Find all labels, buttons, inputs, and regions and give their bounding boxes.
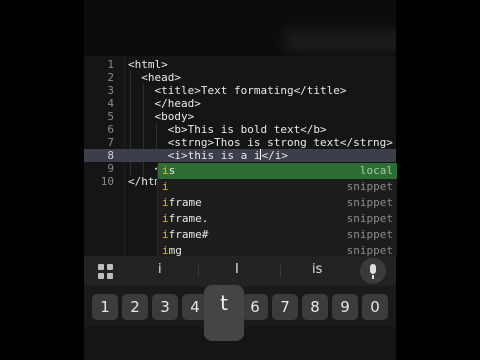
autocomplete-kind: snippet <box>346 244 393 256</box>
suggestion-strip: i I is <box>84 256 396 286</box>
line-number: 10 <box>100 175 114 188</box>
code-text-before-cursor: <i>this is a i <box>128 149 261 162</box>
letterbox-left <box>0 0 84 360</box>
apps-grid-icon[interactable] <box>98 264 114 280</box>
line-number: 6 <box>107 123 114 136</box>
suggestion-item[interactable]: is <box>312 262 322 277</box>
autocomplete-label: iframe. <box>162 211 208 227</box>
line-number: 1 <box>107 58 114 71</box>
key-3[interactable]: 3 <box>152 294 178 320</box>
autocomplete-item[interactable]: iframe# snippet <box>158 227 397 243</box>
app-toolbar <box>84 0 396 56</box>
microphone-icon[interactable] <box>360 258 386 284</box>
code-line-current[interactable]: 8 <i>this is a i</i> <box>84 149 396 162</box>
autocomplete-label: iframe# <box>162 227 208 243</box>
code-line[interactable]: 2 <head> <box>84 71 396 84</box>
autocomplete-item[interactable]: is local <box>158 163 397 179</box>
autocomplete-kind: snippet <box>346 180 393 193</box>
autocomplete-match: i <box>162 244 169 256</box>
autocomplete-label: img <box>162 243 182 256</box>
autocomplete-popup: is local i snippet iframe snippet iframe… <box>157 163 397 256</box>
code-line[interactable]: 1 <html> <box>84 58 396 71</box>
code-text[interactable]: <i>this is a i</i> <box>128 149 288 162</box>
key-9[interactable]: 9 <box>332 294 358 320</box>
suggestion-item[interactable]: i <box>158 262 162 277</box>
code-text[interactable]: <body> <box>128 110 194 123</box>
code-line[interactable]: 6 <b>This is bold text</b> <box>84 123 396 136</box>
code-line[interactable]: 7 <strng>Thos is strong text</strng> <box>84 136 396 149</box>
code-text[interactable]: <strng>Thos is strong text</strng> <box>128 136 393 149</box>
key-6[interactable]: 6 <box>242 294 268 320</box>
autocomplete-item[interactable]: iframe snippet <box>158 195 397 211</box>
line-number: 9 <box>107 162 114 175</box>
code-text[interactable]: </head> <box>128 97 200 110</box>
line-number: 2 <box>107 71 114 84</box>
autocomplete-rest: frame# <box>168 228 209 241</box>
autocomplete-item[interactable]: i snippet <box>158 179 397 195</box>
code-text[interactable]: <b>This is bold text</b> <box>128 123 327 136</box>
key-0[interactable]: 0 <box>362 294 388 320</box>
code-text[interactable]: <head> <box>128 71 181 84</box>
code-text-after-cursor: </i> <box>261 149 288 162</box>
autocomplete-item[interactable]: img snippet <box>158 243 397 256</box>
toolbar-blurred-actions <box>284 30 396 52</box>
key-8[interactable]: 8 <box>302 294 328 320</box>
letterbox-right <box>396 0 480 360</box>
autocomplete-match: i <box>162 164 169 177</box>
autocomplete-rest: frame. <box>168 212 209 225</box>
key-1[interactable]: 1 <box>92 294 118 320</box>
autocomplete-kind: snippet <box>346 228 393 241</box>
code-line[interactable]: 5 <body> <box>84 110 396 123</box>
suggestion-item[interactable]: I <box>235 262 239 277</box>
autocomplete-kind: local <box>359 164 393 177</box>
autocomplete-kind: snippet <box>346 196 393 209</box>
line-number: 3 <box>107 84 114 97</box>
autocomplete-match: i <box>162 180 169 193</box>
code-line[interactable]: 4 </head> <box>84 97 396 110</box>
autocomplete-match: i <box>162 228 169 241</box>
autocomplete-label: iframe <box>162 195 202 211</box>
autocomplete-match: i <box>162 196 169 209</box>
line-number: 5 <box>107 110 114 123</box>
key-7[interactable]: 7 <box>272 294 298 320</box>
autocomplete-item[interactable]: iframe. snippet <box>158 211 397 227</box>
line-number: 7 <box>107 136 114 149</box>
autocomplete-rest: frame <box>168 196 202 209</box>
code-line[interactable]: 3 <title>Text formating</title> <box>84 84 396 97</box>
autocomplete-kind: snippet <box>346 212 393 225</box>
autocomplete-match: i <box>162 212 169 225</box>
autocomplete-rest: mg <box>168 244 182 256</box>
key-2[interactable]: 2 <box>122 294 148 320</box>
suggestion-divider <box>198 265 199 277</box>
autocomplete-label: is <box>162 163 175 179</box>
autocomplete-label: i <box>162 179 169 195</box>
autocomplete-rest: s <box>168 164 176 177</box>
line-number: 4 <box>107 97 114 110</box>
line-number: 8 <box>107 149 114 162</box>
suggestion-divider <box>280 265 281 277</box>
code-text[interactable]: <title>Text formating</title> <box>128 84 346 97</box>
key-press-preview: t <box>204 285 244 341</box>
code-text[interactable]: <html> <box>128 58 168 71</box>
